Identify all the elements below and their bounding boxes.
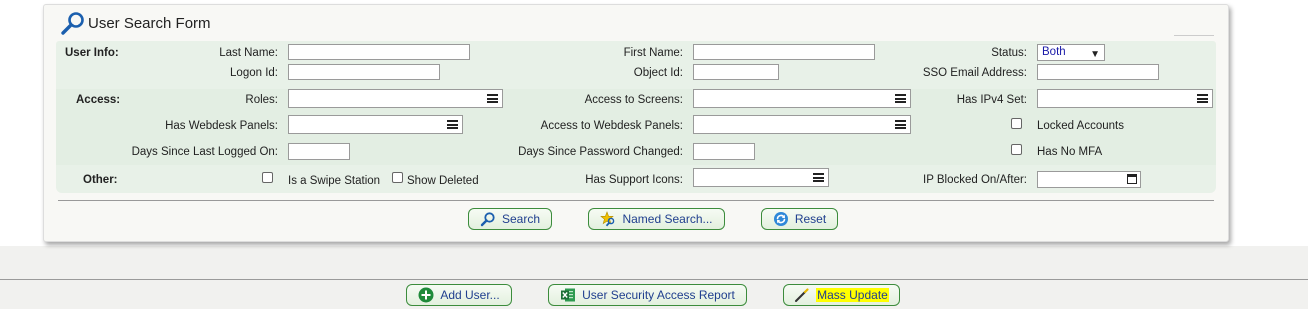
form-title: User Search Form (88, 14, 211, 32)
logon-id-input[interactable] (288, 64, 440, 80)
search-icon (480, 212, 495, 227)
search-button-label: Search (501, 212, 541, 226)
magnifier-icon (61, 12, 84, 35)
first-name-label: First Name: (623, 47, 683, 59)
refresh-icon (773, 212, 788, 226)
footer-divider (0, 279, 1308, 280)
menu-icon (813, 173, 824, 182)
add-icon (418, 287, 434, 303)
has-ipv4-multiselect[interactable] (1037, 89, 1213, 108)
show-deleted-checkbox[interactable] (392, 172, 403, 183)
access-screens-label: Access to Screens: (584, 94, 683, 106)
sso-email-input[interactable] (1037, 64, 1159, 80)
excel-icon (561, 288, 576, 302)
chevron-down-icon: ▼ (1090, 49, 1100, 60)
logon-id-label: Logon Id: (230, 67, 278, 79)
section-other: Other: (83, 174, 118, 186)
last-name-input[interactable] (288, 44, 470, 60)
add-user-label: Add User... (440, 288, 500, 302)
webdesk-panels-label: Has Webdesk Panels: (165, 120, 278, 132)
menu-icon (487, 94, 498, 103)
status-select[interactable]: Both ▼ (1037, 44, 1105, 61)
menu-icon (895, 94, 906, 103)
user-security-report-button[interactable]: User Security Access Report (548, 284, 747, 306)
days-pw-changed-label: Days Since Password Changed: (518, 146, 683, 158)
named-search-button-label: Named Search... (622, 212, 713, 226)
security-report-label: User Security Access Report (582, 288, 735, 302)
form-separator (58, 200, 1214, 201)
status-label: Status: (991, 47, 1027, 59)
ip-blocked-date-input[interactable] (1037, 171, 1141, 188)
days-pw-changed-input[interactable] (693, 143, 755, 160)
title-rule (1174, 35, 1214, 36)
section-access: Access: (76, 94, 121, 106)
roles-label: Roles: (245, 94, 278, 106)
calendar-icon[interactable] (1127, 174, 1137, 184)
object-id-input[interactable] (693, 64, 779, 80)
access-webdesk-panels-multiselect[interactable] (693, 115, 911, 134)
search-button[interactable]: Search (468, 208, 552, 230)
object-id-label: Object Id: (633, 67, 683, 79)
has-no-mfa-label: Has No MFA (1037, 146, 1103, 158)
reset-button-label: Reset (794, 212, 827, 226)
locked-accounts-checkbox[interactable] (1011, 118, 1022, 129)
named-search-button[interactable]: Named Search... (588, 208, 725, 230)
menu-icon (447, 120, 458, 129)
support-icons-multiselect[interactable] (693, 168, 829, 187)
section-user-info: User Info: (65, 47, 119, 59)
show-deleted-label: Show Deleted (407, 175, 479, 187)
reset-button[interactable]: Reset (761, 208, 838, 230)
last-name-label: Last Name: (219, 47, 278, 59)
swipe-station-label: Is a Swipe Station (288, 175, 381, 187)
first-name-input[interactable] (693, 44, 875, 60)
menu-icon (1197, 94, 1208, 103)
locked-accounts-label: Locked Accounts (1037, 120, 1124, 132)
sso-email-label: SSO Email Address: (922, 67, 1027, 79)
roles-multiselect[interactable] (288, 89, 503, 108)
access-screens-multiselect[interactable] (693, 89, 911, 108)
access-webdesk-panels-label: Access to Webdesk Panels: (540, 120, 683, 132)
mass-update-button[interactable]: Mass Update (783, 284, 900, 306)
user-search-form-panel: User Search Form User Info: Last Name: F… (43, 4, 1229, 242)
add-user-button[interactable]: Add User... (406, 284, 512, 306)
menu-icon (895, 120, 906, 129)
support-icons-label: Has Support Icons: (585, 174, 683, 186)
has-no-mfa-checkbox[interactable] (1011, 144, 1022, 155)
form-header: User Search Form (60, 11, 211, 35)
magic-wand-icon (795, 288, 809, 302)
swipe-station-checkbox[interactable] (262, 172, 273, 183)
days-logged-on-input[interactable] (288, 143, 350, 160)
status-value: Both (1042, 46, 1066, 58)
days-logged-on-label: Days Since Last Logged On: (131, 146, 278, 158)
webdesk-panels-multiselect[interactable] (288, 115, 463, 134)
has-ipv4-label: Has IPv4 Set: (956, 94, 1027, 106)
ip-blocked-label: IP Blocked On/After: (923, 174, 1027, 186)
star-search-icon (600, 211, 615, 227)
mass-update-label: Mass Update (816, 288, 889, 302)
